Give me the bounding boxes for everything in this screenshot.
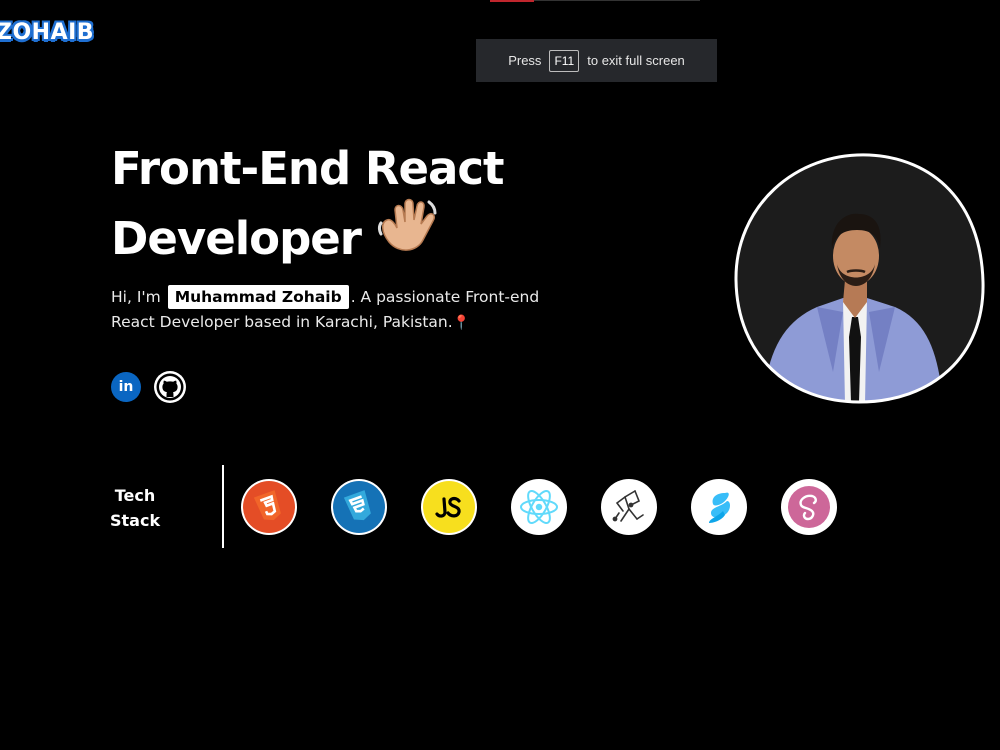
- tech-stack-label-line2: Stack: [110, 511, 161, 530]
- github-link[interactable]: [154, 371, 186, 403]
- css3-icon: [333, 481, 385, 533]
- site-logo[interactable]: ZOHAIB: [0, 20, 94, 45]
- hero-title-line1: Front-End React: [111, 142, 505, 195]
- hero-intro: Hi, I'm Muhammad Zohaib. A passionate Fr…: [111, 285, 581, 336]
- tech-stack-divider: [222, 465, 224, 548]
- name-highlight: Muhammad Zohaib: [167, 285, 349, 309]
- tech-css3[interactable]: [331, 479, 387, 535]
- sass-icon: [788, 486, 830, 528]
- tech-sass[interactable]: [781, 479, 837, 535]
- hero-title-line2: Developer: [111, 212, 362, 265]
- tech-stack-label-line1: Tech: [114, 486, 156, 505]
- fullscreen-banner: Press F11 to exit full screen: [476, 39, 717, 82]
- redux-icon: [612, 490, 644, 522]
- tailwind-icon: [709, 492, 730, 523]
- profile-photo: [733, 152, 985, 404]
- react-icon: [520, 490, 558, 524]
- tech-stack-label: Tech Stack: [110, 483, 160, 533]
- fullscreen-banner-suffix: to exit full screen: [587, 53, 685, 68]
- github-icon: [156, 373, 184, 401]
- waving-hand-icon: [375, 196, 441, 276]
- tech-javascript[interactable]: [421, 479, 477, 535]
- browser-top-line: [534, 0, 700, 1]
- tech-tailwind[interactable]: [691, 479, 747, 535]
- intro-greeting: Hi, I'm: [111, 288, 161, 306]
- fullscreen-banner-prefix: Press: [508, 53, 542, 68]
- linkedin-icon: in: [118, 379, 134, 395]
- fullscreen-key: F11: [549, 49, 580, 72]
- tech-react[interactable]: [511, 479, 567, 535]
- javascript-icon: [423, 481, 475, 533]
- hero-title: Front-End React Developer: [111, 135, 505, 282]
- linkedin-link[interactable]: in: [111, 372, 141, 402]
- avatar: [734, 153, 985, 404]
- location-pin-icon: 📍: [452, 315, 471, 331]
- tech-redux[interactable]: [601, 479, 657, 535]
- social-links: in: [111, 371, 186, 403]
- tech-html5[interactable]: [241, 479, 297, 535]
- html5-icon: [243, 481, 295, 533]
- browser-progress-indicator: [490, 0, 534, 2]
